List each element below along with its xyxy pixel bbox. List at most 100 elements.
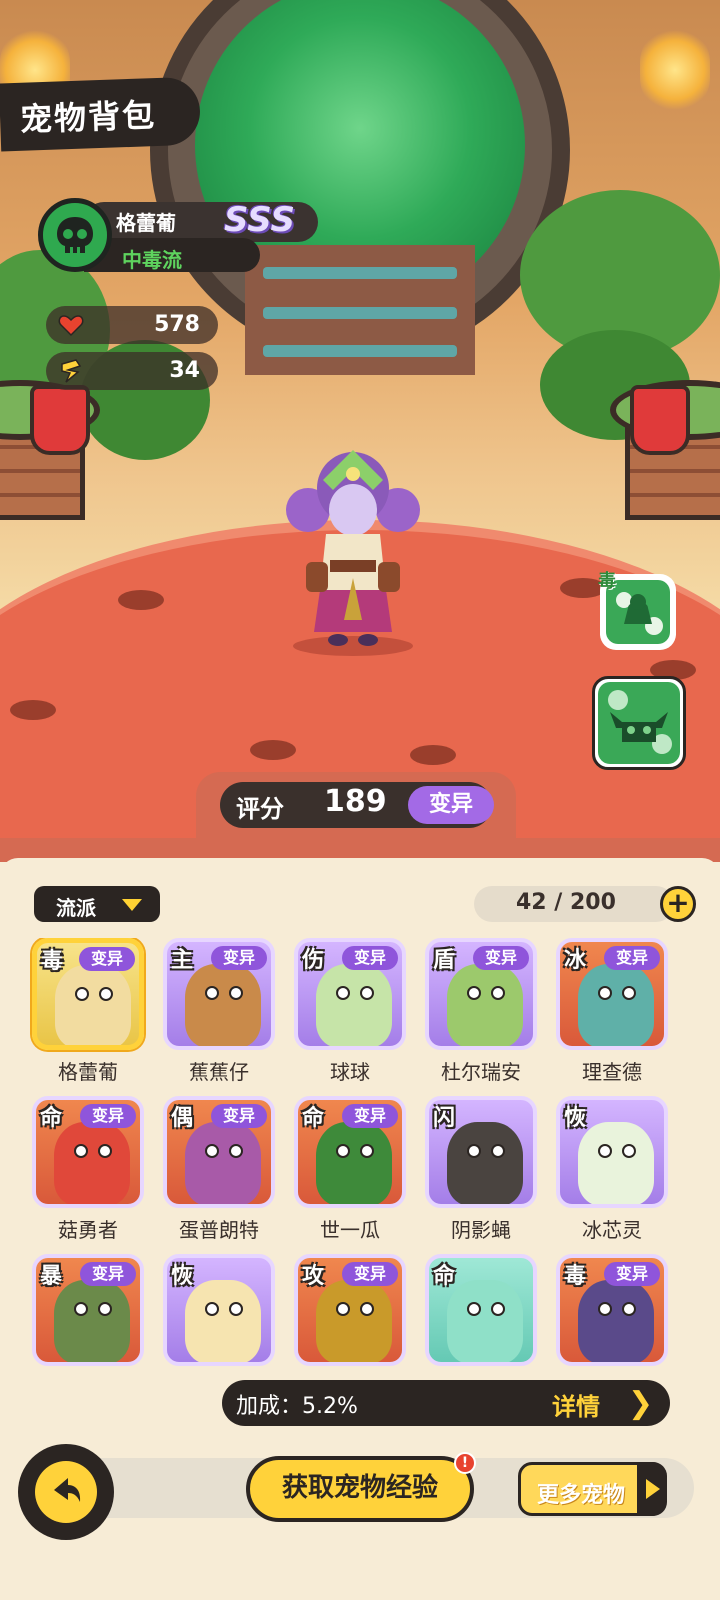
pet-slot[interactable]: 命变异菇勇者 [28, 1096, 148, 1246]
pet-slot[interactable]: 闪阴影蝇 [421, 1096, 541, 1246]
pet-grid: 毒变异 格蕾葡主变异 蕉蕉仔伤变异 球球盾变异 杜尔瑞安冰变异 理查德命变异 菇勇者偶变异蛋… [28, 938, 698, 1368]
pet-slot[interactable]: 命 [421, 1254, 541, 1368]
pet-slot[interactable]: 冰变异 理查德 [552, 938, 672, 1088]
pet-slot[interactable]: 恢冰芯灵 [552, 1096, 672, 1246]
floor-spot [410, 745, 456, 765]
pet-slot[interactable]: 毒变异 [552, 1254, 672, 1368]
pet-portrait[interactable]: 毒变异 [556, 1254, 668, 1366]
pet-portrait[interactable]: 盾变异 [425, 938, 537, 1050]
mutation-tag: 变异 [80, 1262, 136, 1286]
pet-slot[interactable]: 偶变异 蛋普朗特 [159, 1096, 279, 1246]
more-pets-label: 更多宠物 [537, 1483, 626, 1508]
pet-face [316, 1280, 392, 1362]
pet-character[interactable] [278, 450, 428, 660]
page-title: 宠物背包 [19, 96, 157, 139]
pet-slot[interactable]: 盾变异 杜尔瑞安 [421, 938, 541, 1088]
pet-eye [467, 1144, 481, 1158]
mutation-tag: 变异 [211, 946, 267, 970]
pet-style-label: 中毒流 [122, 248, 182, 272]
pet-portrait[interactable]: 命变异 [294, 1096, 406, 1208]
pet-portrait[interactable]: 命 [425, 1254, 537, 1366]
pet-eye [205, 1144, 219, 1158]
score-label: 评分 [236, 795, 284, 823]
style-filter-dropdown[interactable]: 流派 [34, 886, 160, 922]
pet-face [185, 1122, 261, 1204]
pet-slot[interactable]: 恢 [159, 1254, 279, 1368]
pet-portrait[interactable]: 主变异 [163, 938, 275, 1050]
floor-spot [118, 590, 164, 610]
back-button[interactable] [18, 1444, 114, 1540]
poison-boss-button[interactable] [592, 676, 686, 770]
pet-info-card: 格蕾葡 SSS 中毒流 [38, 198, 318, 272]
element-tag: 毒 [564, 1264, 587, 1289]
mutation-tag: 变异 [342, 946, 398, 970]
floor-spot [250, 740, 296, 760]
pet-face [185, 1280, 261, 1362]
pet-eye [229, 986, 243, 1000]
pet-eye [622, 1302, 636, 1316]
pet-portrait[interactable]: 闪 [425, 1096, 537, 1208]
pet-eye [74, 1302, 88, 1316]
pet-portrait[interactable]: 冰变异 [556, 938, 668, 1050]
element-tag: 闪 [433, 1106, 456, 1131]
mutation-badge: 变异 [408, 786, 494, 824]
pet-name: 格蕾葡 [116, 211, 176, 235]
pet-slot[interactable]: 主变异 蕉蕉仔 [159, 938, 279, 1088]
pet-portrait[interactable]: 命变异 [32, 1096, 144, 1208]
pet-slot-name: 冰芯灵 [582, 1218, 642, 1242]
pet-slot-name: 阴影蝇 [451, 1218, 511, 1242]
gift-table-left [0, 380, 100, 530]
pet-portrait[interactable]: 恢 [556, 1096, 668, 1208]
attack-stat: 34 [46, 352, 218, 390]
page-title-banner: 宠物背包 [0, 76, 202, 152]
pet-face [447, 964, 523, 1046]
pet-eye [598, 1302, 612, 1316]
pet-eye [360, 1144, 374, 1158]
pet-slot[interactable]: 命变异 世一瓜 [290, 1096, 410, 1246]
pet-slot[interactable]: 暴变异 [28, 1254, 148, 1368]
pet-face [447, 1122, 523, 1204]
pet-eye [205, 1302, 219, 1316]
back-arrow-icon [54, 1478, 81, 1502]
element-tag: 暴 [40, 1264, 63, 1289]
pet-eye [336, 1144, 350, 1158]
pet-rank-badge: SSS [224, 200, 296, 240]
pet-portrait[interactable]: 攻变异 [294, 1254, 406, 1366]
gift-table-right [610, 380, 720, 530]
pet-eye [491, 986, 505, 1000]
pet-portrait[interactable]: 毒变异 [32, 938, 144, 1050]
expand-capacity-button[interactable]: + [660, 886, 696, 922]
mutation-tag: 变异 [342, 1104, 398, 1128]
get-pet-exp-button[interactable]: 获取宠物经验 [246, 1456, 474, 1522]
element-tag: 命 [433, 1264, 456, 1289]
pet-portrait[interactable]: 暴变异 [32, 1254, 144, 1366]
pet-slot[interactable]: 伤变异球球 [290, 938, 410, 1088]
pet-eye [336, 986, 350, 1000]
pet-portrait[interactable]: 伤变异 [294, 938, 406, 1050]
pet-eye [98, 1144, 112, 1158]
pet-slot-name: 球球 [330, 1060, 370, 1084]
pet-portrait[interactable]: 偶变异 [163, 1096, 275, 1208]
pet-eye [467, 986, 481, 1000]
pet-portrait[interactable]: 恢 [163, 1254, 275, 1366]
element-tag: 毒 [41, 949, 64, 974]
more-pets-button[interactable]: 更多宠物 [518, 1462, 667, 1516]
pet-face [316, 1122, 392, 1204]
element-tag: 命 [302, 1106, 325, 1131]
double-arrow-icon[interactable]: ❯ [628, 1386, 653, 1421]
pet-face [578, 964, 654, 1046]
horned-skull-icon [608, 690, 672, 754]
pet-face [447, 1280, 523, 1362]
pet-slot[interactable]: 毒变异格蕾葡 [28, 938, 148, 1088]
mutation-tag: 变异 [80, 1104, 136, 1128]
attack-value: 34 [169, 358, 200, 383]
pet-face [578, 1280, 654, 1362]
pet-slot-name: 理查德 [582, 1060, 642, 1084]
pet-eye [98, 1302, 112, 1316]
pet-slot-name: 格蕾葡 [58, 1060, 118, 1084]
filter-label: 流派 [56, 896, 96, 920]
detail-button[interactable]: 详情 [552, 1387, 600, 1422]
element-tag: 攻 [302, 1264, 325, 1289]
pet-slot[interactable]: 攻变异 [290, 1254, 410, 1368]
pet-slot-name: 菇勇者 [58, 1218, 118, 1242]
